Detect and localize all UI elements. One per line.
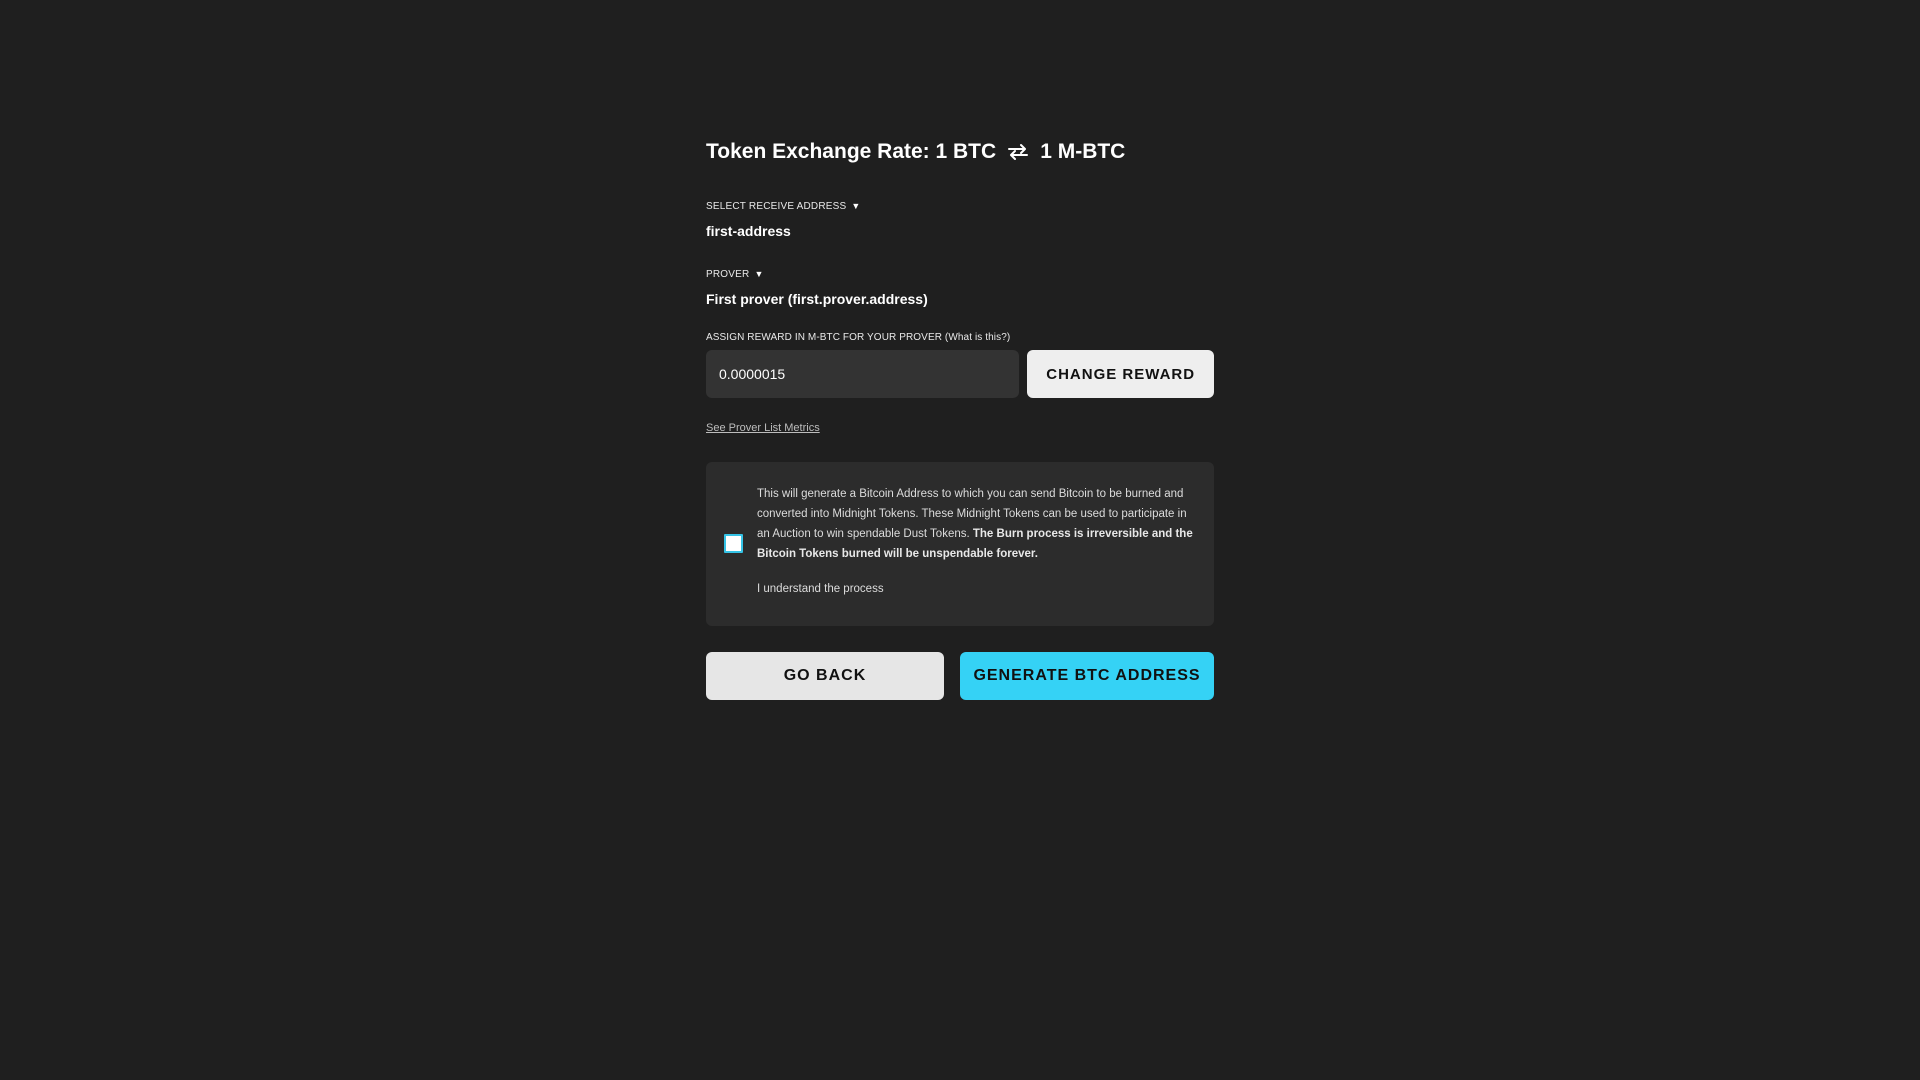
burn-form: Token Exchange Rate: 1 BTC 1 M-BTC SELEC… <box>706 137 1214 700</box>
receive-address-label: SELECT RECEIVE ADDRESS <box>706 201 847 212</box>
prover-value: First prover (first.prover.address) <box>706 291 928 307</box>
page-title: Token Exchange Rate: 1 BTC 1 M-BTC <box>706 137 1214 167</box>
action-buttons: GO BACK GENERATE BTC ADDRESS <box>706 652 1214 700</box>
go-back-button[interactable]: GO BACK <box>706 652 944 700</box>
caret-down-icon: ▼ <box>851 201 861 211</box>
receive-address-value: first-address <box>706 223 791 239</box>
generate-btc-address-button[interactable]: GENERATE BTC ADDRESS <box>960 652 1214 700</box>
prover-metrics-link[interactable]: See Prover List Metrics <box>706 422 820 434</box>
change-reward-button[interactable]: CHANGE REWARD <box>1027 350 1214 398</box>
reward-input[interactable] <box>706 350 1020 398</box>
receive-address-dropdown[interactable]: SELECT RECEIVE ADDRESS ▼ <box>706 201 860 212</box>
reward-row: CHANGE REWARD <box>706 350 1214 398</box>
disclaimer-text: This will generate a Bitcoin Address to … <box>757 484 1197 564</box>
understand-checkbox-label[interactable]: I understand the process <box>757 583 884 595</box>
exchange-rate-to: 1 M-BTC <box>1040 140 1126 163</box>
swap-arrows-icon <box>1006 140 1030 164</box>
understand-checkbox[interactable] <box>724 534 743 553</box>
prover-dropdown[interactable]: PROVER ▼ <box>706 269 764 280</box>
exchange-rate-from: Token Exchange Rate: 1 BTC <box>706 140 997 163</box>
caret-down-icon: ▼ <box>754 269 764 279</box>
reward-label: ASSIGN REWARD IN M-BTC FOR YOUR PROVER (… <box>706 332 1011 343</box>
prover-label: PROVER <box>706 269 750 280</box>
disclaimer-panel: This will generate a Bitcoin Address to … <box>706 462 1214 626</box>
